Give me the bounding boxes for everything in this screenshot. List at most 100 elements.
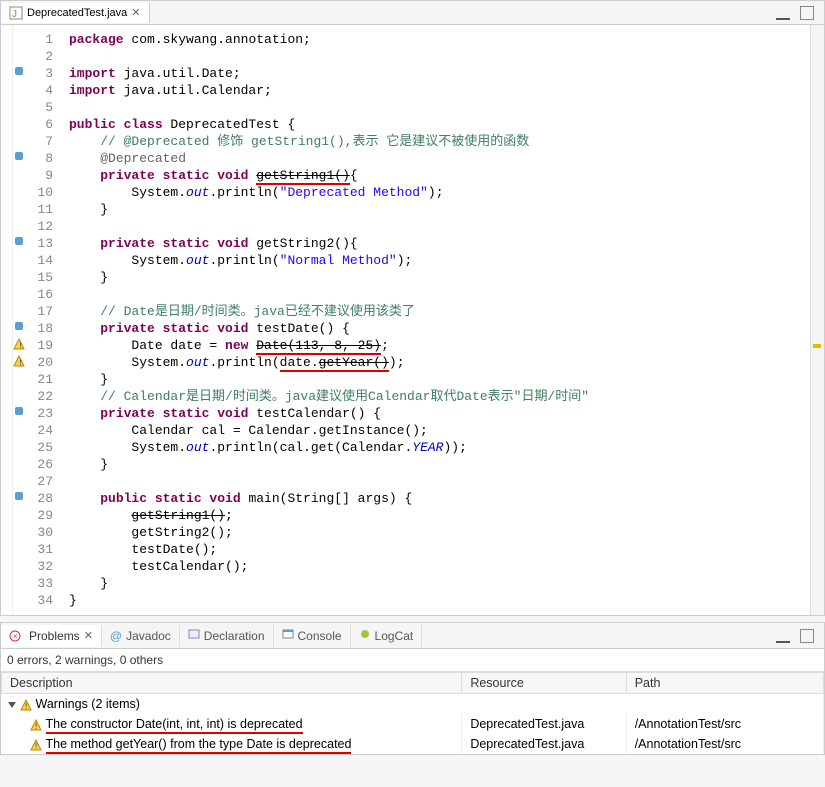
tab-label: LogCat [375, 629, 414, 643]
line-number: 13 [13, 235, 53, 252]
line-number: 20! [13, 354, 53, 371]
code-line[interactable]: // Calendar是日期/时间类。java建议使用Calendar取代Dat… [69, 388, 800, 405]
code-line[interactable]: @Deprecated [69, 150, 800, 167]
panel-window-controls [776, 629, 824, 643]
code-line[interactable]: } [69, 201, 800, 218]
line-number: 15 [13, 269, 53, 286]
code-line[interactable]: public class DeprecatedTest { [69, 116, 800, 133]
code-line[interactable]: private static void testDate() { [69, 320, 800, 337]
line-number: 18 [13, 320, 53, 337]
maximize-button[interactable] [800, 6, 814, 20]
problem-resource: DeprecatedTest.java [462, 734, 626, 754]
line-number: 3 [13, 65, 53, 82]
warning-icon: ! [30, 739, 42, 751]
warning-marker-icon: ! [13, 338, 25, 350]
code-line[interactable]: } [69, 456, 800, 473]
svg-text:!: ! [18, 359, 23, 367]
problems-icon: × [9, 630, 21, 642]
editor-tab-label: DeprecatedTest.java [27, 7, 127, 19]
overview-ruler [810, 25, 824, 615]
line-number: 30 [13, 524, 53, 541]
svg-text:!: ! [18, 342, 23, 350]
logcat-icon [359, 628, 371, 643]
code-line[interactable]: System.out.println("Deprecated Method"); [69, 184, 800, 201]
line-number: 17 [13, 303, 53, 320]
close-icon[interactable]: ✕ [131, 6, 140, 19]
console-icon [282, 628, 294, 643]
code-line[interactable]: import java.util.Date; [69, 65, 800, 82]
line-number: 33 [13, 575, 53, 592]
svg-text:×: × [13, 632, 18, 641]
code-line[interactable]: package com.skywang.annotation; [69, 31, 800, 48]
tab-javadoc[interactable]: @ Javadoc [102, 625, 180, 647]
maximize-button[interactable] [800, 629, 814, 643]
tab-logcat[interactable]: LogCat [351, 624, 423, 647]
minimize-button[interactable] [776, 629, 790, 643]
code-line[interactable]: System.out.println(date.getYear()); [69, 354, 800, 371]
override-marker [15, 492, 23, 500]
problem-row[interactable]: !The constructor Date(int, int, int) is … [2, 714, 824, 734]
line-number: 34 [13, 592, 53, 609]
tab-console[interactable]: Console [274, 624, 351, 647]
col-resource[interactable]: Resource [462, 673, 626, 694]
javadoc-icon: @ [110, 629, 122, 643]
code-line[interactable]: public static void main(String[] args) { [69, 490, 800, 507]
code-line[interactable] [69, 99, 800, 116]
close-icon[interactable]: ✕ [84, 629, 93, 642]
svg-text:!: ! [35, 742, 37, 751]
code-editor[interactable]: 12345678910111213141516171819!20!2122232… [1, 25, 824, 615]
col-description[interactable]: Description [2, 673, 462, 694]
line-number: 16 [13, 286, 53, 303]
code-line[interactable]: testCalendar(); [69, 558, 800, 575]
code-line[interactable]: getString2(); [69, 524, 800, 541]
code-line[interactable]: Date date = new Date(113, 8, 25); [69, 337, 800, 354]
overview-marker[interactable] [813, 344, 821, 348]
editor-tab-deprecatedtest[interactable]: J DeprecatedTest.java ✕ [1, 3, 150, 23]
line-number: 7 [13, 133, 53, 150]
code-line[interactable]: testDate(); [69, 541, 800, 558]
line-number: 11 [13, 201, 53, 218]
line-number: 6 [13, 116, 53, 133]
tab-declaration[interactable]: Declaration [180, 624, 274, 647]
svg-text:!: ! [25, 702, 27, 711]
warnings-group[interactable]: ! Warnings (2 items) [2, 694, 824, 715]
minimize-button[interactable] [776, 6, 790, 20]
code-line[interactable]: import java.util.Calendar; [69, 82, 800, 99]
code-line[interactable]: getString1(); [69, 507, 800, 524]
line-number: 5 [13, 99, 53, 116]
code-line[interactable]: private static void testCalendar() { [69, 405, 800, 422]
override-marker [15, 67, 23, 75]
code-line[interactable]: System.out.println("Normal Method"); [69, 252, 800, 269]
code-line[interactable] [69, 286, 800, 303]
code-line[interactable]: Calendar cal = Calendar.getInstance(); [69, 422, 800, 439]
code-line[interactable]: } [69, 371, 800, 388]
code-line[interactable]: private static void getString2(){ [69, 235, 800, 252]
code-line[interactable]: System.out.println(cal.get(Calendar.YEAR… [69, 439, 800, 456]
line-number-gutter: 12345678910111213141516171819!20!2122232… [13, 25, 59, 615]
tab-problems[interactable]: × Problems ✕ [1, 625, 102, 647]
code-line[interactable]: // @Deprecated 修饰 getString1(),表示 它是建议不被… [69, 133, 800, 150]
code-line[interactable] [69, 48, 800, 65]
tab-label: Javadoc [126, 629, 171, 643]
code-line[interactable]: private static void getString1(){ [69, 167, 800, 184]
code-content[interactable]: package com.skywang.annotation; import j… [59, 25, 810, 615]
collapse-icon[interactable] [8, 702, 16, 708]
problem-path: /AnnotationTest/src [626, 734, 823, 754]
line-number: 2 [13, 48, 53, 65]
group-label: Warnings (2 items) [36, 697, 140, 711]
code-line[interactable]: } [69, 592, 800, 609]
problem-row[interactable]: !The method getYear() from the type Date… [2, 734, 824, 754]
problems-status: 0 errors, 2 warnings, 0 others [1, 649, 824, 672]
editor-tab-bar: J DeprecatedTest.java ✕ [1, 1, 824, 25]
code-line[interactable]: // Date是日期/时间类。java已经不建议使用该类了 [69, 303, 800, 320]
code-line[interactable]: } [69, 269, 800, 286]
problem-description: The constructor Date(int, int, int) is d… [46, 717, 303, 734]
override-marker [15, 237, 23, 245]
line-number: 8 [13, 150, 53, 167]
line-number: 28 [13, 490, 53, 507]
code-line[interactable]: } [69, 575, 800, 592]
code-line[interactable] [69, 218, 800, 235]
panel-tab-bar: × Problems ✕ @ Javadoc Declaration Conso… [1, 623, 824, 649]
col-path[interactable]: Path [626, 673, 823, 694]
code-line[interactable] [69, 473, 800, 490]
